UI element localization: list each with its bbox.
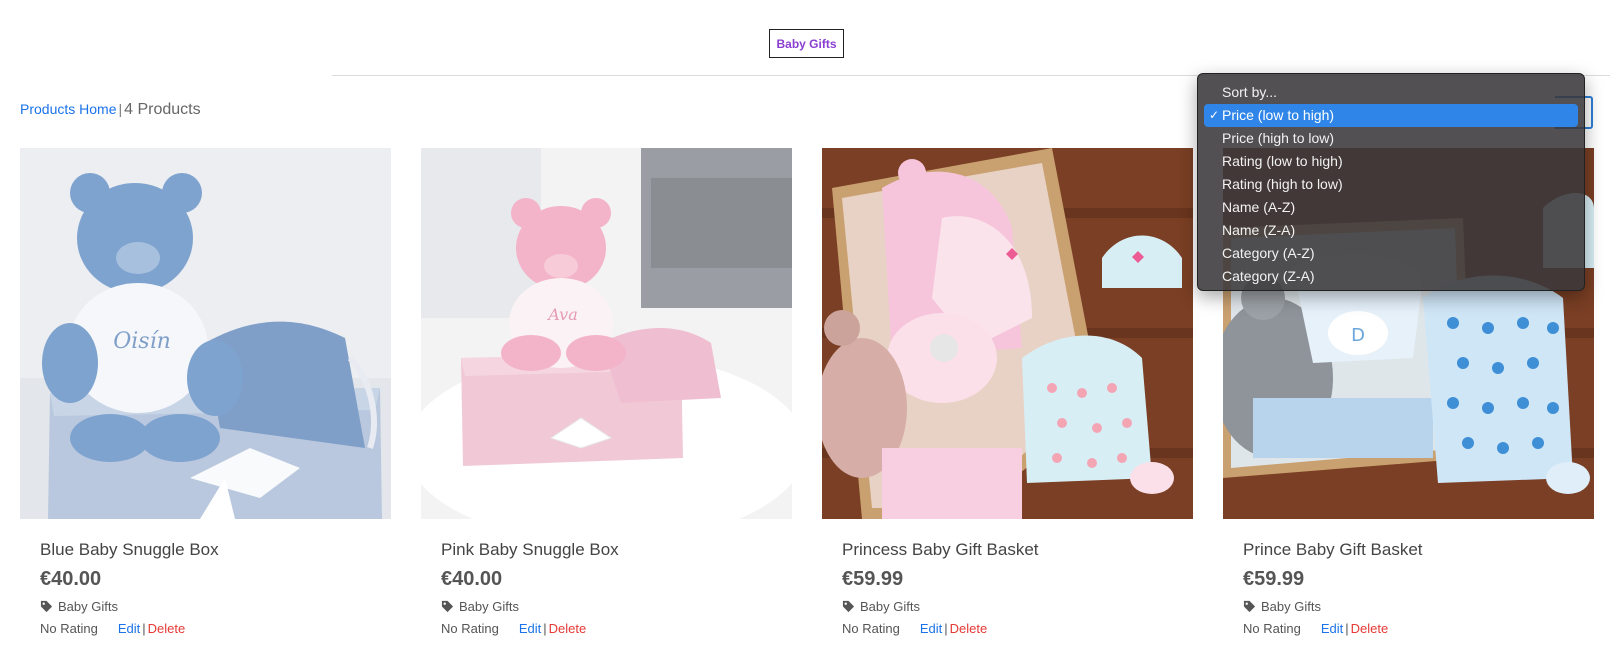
product-meta: No Rating Edit | Delete bbox=[441, 621, 792, 636]
product-image[interactable]: Oisín bbox=[20, 148, 391, 519]
product-name[interactable]: Prince Baby Gift Basket bbox=[1243, 540, 1594, 560]
separator: | bbox=[142, 621, 146, 636]
separator: | bbox=[118, 101, 123, 117]
edit-link[interactable]: Edit bbox=[118, 621, 140, 636]
products-home-link[interactable]: Products Home bbox=[20, 101, 116, 117]
checkmark-icon: ✓ bbox=[1209, 108, 1220, 122]
product-category[interactable]: Baby Gifts bbox=[1243, 599, 1594, 614]
separator: | bbox=[944, 621, 948, 636]
product-count: 4 Products bbox=[124, 101, 201, 118]
product-meta: No Rating Edit | Delete bbox=[842, 621, 1193, 636]
edit-link[interactable]: Edit bbox=[920, 621, 942, 636]
product-image[interactable]: Ava bbox=[421, 148, 792, 519]
product-card: Oisín Blue Baby Snuggle Box €40.00 Baby … bbox=[20, 148, 391, 636]
sort-option-name-desc[interactable]: Name (Z-A) bbox=[1204, 219, 1578, 242]
product-price: €59.99 bbox=[1243, 568, 1305, 590]
separator: | bbox=[1345, 621, 1349, 636]
product-card: Ava Pink Baby Snuggle Box €40.00 Baby Gi… bbox=[421, 148, 792, 636]
sort-option-rating-desc[interactable]: Rating (high to low) bbox=[1204, 173, 1578, 196]
tag-icon bbox=[1243, 600, 1256, 613]
category-label: Baby Gifts bbox=[459, 599, 519, 614]
sort-option-placeholder[interactable]: Sort by... bbox=[1204, 81, 1578, 104]
product-category[interactable]: Baby Gifts bbox=[842, 599, 1193, 614]
svg-text:D: D bbox=[1351, 325, 1365, 346]
product-meta: No Rating Edit | Delete bbox=[1243, 621, 1594, 636]
sort-option-category-asc[interactable]: Category (A-Z) bbox=[1204, 242, 1578, 265]
rating-text: No Rating bbox=[1243, 621, 1301, 636]
product-name[interactable]: Blue Baby Snuggle Box bbox=[40, 540, 391, 560]
product-image[interactable] bbox=[822, 148, 1193, 519]
delete-link[interactable]: Delete bbox=[950, 621, 988, 636]
category-label: Baby Gifts bbox=[860, 599, 920, 614]
delete-link[interactable]: Delete bbox=[1351, 621, 1389, 636]
product-price: €40.00 bbox=[40, 568, 102, 590]
category-label: Baby Gifts bbox=[58, 599, 118, 614]
product-name[interactable]: Princess Baby Gift Basket bbox=[842, 540, 1193, 560]
tag-icon bbox=[842, 600, 855, 613]
product-card: Princess Baby Gift Basket €59.99 Baby Gi… bbox=[822, 148, 1193, 636]
product-category[interactable]: Baby Gifts bbox=[441, 599, 792, 614]
rating-text: No Rating bbox=[842, 621, 900, 636]
separator: | bbox=[543, 621, 547, 636]
sort-option-name-asc[interactable]: Name (A-Z) bbox=[1204, 196, 1578, 219]
sort-option-price-asc[interactable]: ✓ Price (low to high) bbox=[1204, 104, 1578, 127]
sort-option-rating-asc[interactable]: Rating (low to high) bbox=[1204, 150, 1578, 173]
embroidered-name: Oisín bbox=[113, 329, 171, 354]
category-label: Baby Gifts bbox=[1261, 599, 1321, 614]
product-category[interactable]: Baby Gifts bbox=[40, 599, 391, 614]
sort-option-label: Price (low to high) bbox=[1222, 107, 1335, 123]
delete-link[interactable]: Delete bbox=[549, 621, 587, 636]
product-name[interactable]: Pink Baby Snuggle Box bbox=[441, 540, 792, 560]
product-price: €59.99 bbox=[842, 568, 904, 590]
edit-link[interactable]: Edit bbox=[1321, 621, 1343, 636]
edit-link[interactable]: Edit bbox=[519, 621, 541, 636]
rating-text: No Rating bbox=[441, 621, 499, 636]
tag-icon bbox=[441, 600, 454, 613]
rating-text: No Rating bbox=[40, 621, 98, 636]
product-meta: No Rating Edit | Delete bbox=[40, 621, 391, 636]
tag-icon bbox=[40, 600, 53, 613]
category-badge[interactable]: Baby Gifts bbox=[769, 29, 844, 58]
sort-option-price-desc[interactable]: Price (high to low) bbox=[1204, 127, 1578, 150]
embroidered-name: Ava bbox=[546, 305, 577, 324]
delete-link[interactable]: Delete bbox=[148, 621, 186, 636]
product-summary: Products Home | 4 Products bbox=[20, 101, 201, 119]
sort-option-category-desc[interactable]: Category (Z-A) bbox=[1204, 265, 1578, 288]
product-price: €40.00 bbox=[441, 568, 503, 590]
sort-dropdown-menu: Sort by... ✓ Price (low to high) Price (… bbox=[1197, 73, 1585, 291]
